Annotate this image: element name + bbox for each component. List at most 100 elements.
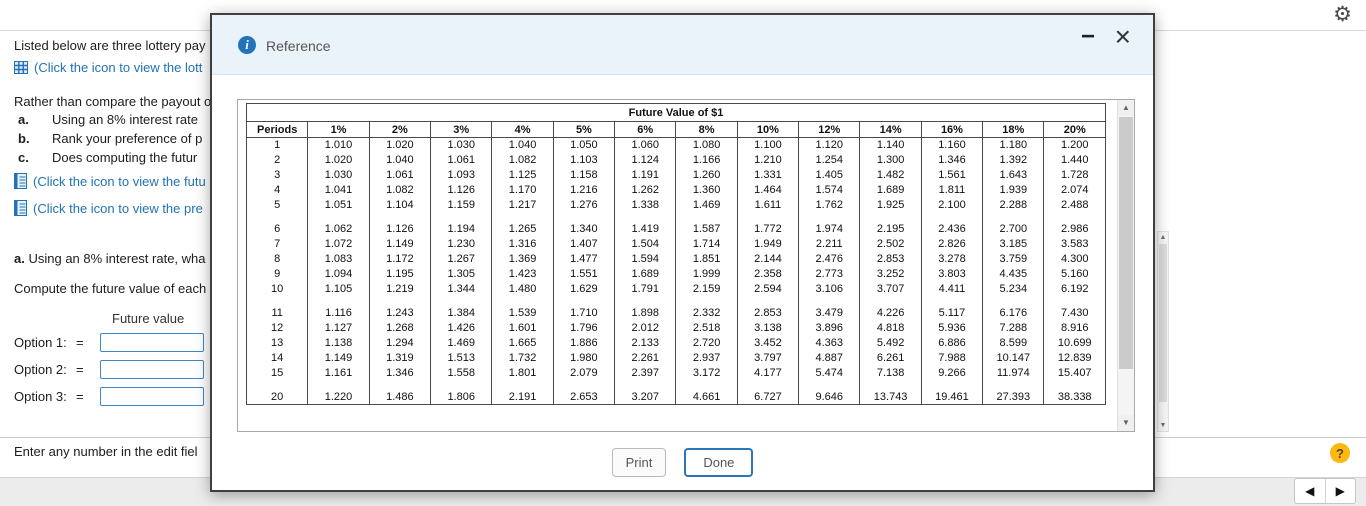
scroll-down-icon[interactable]: ▼ [1118,415,1134,431]
scroll-down-icon[interactable]: ▼ [1158,420,1168,431]
gear-icon[interactable]: ⚙ [1333,2,1352,27]
fv-table-title: Future Value of $1 [246,103,1106,122]
table-cell: 1.801 [491,365,554,381]
table-cell: 6.176 [982,305,1045,321]
table-cell: 5.492 [859,335,922,351]
table-cell: 2.211 [798,236,861,252]
table-cell: 1.195 [368,266,432,282]
table-cell: 1.772 [736,221,800,237]
help-icon[interactable]: ? [1330,443,1350,463]
print-button[interactable]: Print [611,448,667,477]
table-cell: 1.138 [307,335,370,351]
option-2-input[interactable] [100,360,204,379]
table-cell: 1.728 [1043,167,1106,183]
minimize-icon[interactable]: − [1081,25,1095,49]
table-cell: 4.363 [798,335,861,351]
table-cell: 1.469 [675,197,738,213]
prev-question-button[interactable]: ◀ [1295,479,1325,503]
table-cell: 1.020 [307,152,370,168]
table-scrollbar-thumb[interactable] [1119,117,1133,369]
section-a-label: a. [14,251,25,266]
table-cell: 3.278 [920,251,984,267]
app-screen: ⚙ Listed below are three lottery pay (Cl… [0,0,1366,506]
table-cell: 1.061 [430,152,493,168]
table-cell: 2.518 [675,320,738,336]
table-cell: 2.502 [859,236,922,252]
table-cell: 2.195 [859,221,922,237]
table-cell: 1.601 [491,320,554,336]
table-cell: 3.707 [859,281,922,297]
table-cell: 1.791 [614,281,677,297]
close-icon[interactable]: × [1115,23,1131,51]
table-cell: 6 [245,221,309,237]
table-scrollbar[interactable]: ▲ ▼ [1117,100,1134,431]
table-cell: 1.346 [920,152,984,168]
table-cell: 15.407 [1043,365,1106,381]
table-cell: 4.435 [982,266,1045,282]
table-cell: 2.853 [736,305,800,321]
option-2-row: Option 2: = [14,360,204,379]
page-scrollbar-thumb[interactable] [1159,244,1167,402]
fv-column-header: 14% [859,121,922,138]
part-c-label: c. [18,150,29,165]
table-cell: 7 [245,236,309,252]
table-cell: 1.319 [368,350,432,366]
compute-line: Compute the future value of each [14,281,207,296]
table-cell: 3.207 [614,389,677,405]
table-cell: 1.714 [675,236,738,252]
table-row: 7 1.072 1.149 1.230 1.316 1.407 1.504 1.714 1.94… [245,236,1106,252]
present-table-link-text[interactable]: (Click the icon to view the pre [33,201,203,216]
table-cell: 1.265 [491,221,554,237]
table-cell: 1.949 [736,236,800,252]
table-cell: 3.803 [920,266,984,282]
next-question-button[interactable]: ▶ [1326,479,1356,503]
table-cell: 1.126 [368,221,432,237]
table-cell: 2.261 [614,350,677,366]
document-icon[interactable] [14,173,27,189]
table-cell: 14 [245,350,309,366]
scroll-up-icon[interactable]: ▲ [1118,100,1134,116]
dialog-actions: Print Done [212,448,1153,477]
table-cell: 1.080 [675,137,738,153]
table-cell: 19.461 [920,389,984,405]
table-cell: 1.469 [430,335,493,351]
table-cell: 1.974 [798,221,861,237]
table-cell: 2.826 [920,236,984,252]
table-cell: 1.210 [736,152,800,168]
table-cell: 5.160 [1043,266,1106,282]
table-cell: 2.012 [614,320,677,336]
table-cell: 3 [245,167,309,183]
table-group-gap [245,212,1106,222]
document-icon[interactable] [14,200,27,216]
scroll-up-icon[interactable]: ▲ [1158,232,1168,243]
option-1-equals: = [76,335,84,350]
reference-dialog-header[interactable]: i Reference − × [212,15,1153,75]
table-cell: 3.138 [736,320,800,336]
table-cell: 1.161 [307,365,370,381]
table-group-gap [245,380,1106,390]
table-cell: 3.185 [982,236,1045,252]
table-cell: 1.200 [1043,137,1106,153]
future-table-link-text[interactable]: (Click the icon to view the futu [33,174,206,189]
lottery-link-text[interactable]: (Click the icon to view the lott [34,60,202,75]
table-cell: 1.191 [614,167,677,183]
table-cell: 1.061 [368,167,432,183]
table-grid-icon[interactable] [14,61,28,74]
table-cell: 1.094 [307,266,370,282]
table-cell: 1.561 [920,167,984,183]
fv-column-header: 18% [982,121,1045,138]
table-cell: 11.974 [982,365,1045,381]
page-scrollbar[interactable]: ▲ ▼ [1157,231,1169,432]
fv-column-header: 16% [920,121,984,138]
option-1-input[interactable] [100,333,204,352]
part-a-label: a. [18,112,29,127]
table-cell: 1.407 [552,236,616,252]
table-cell: 3.479 [798,305,861,321]
table-cell: 1.999 [675,266,738,282]
done-button[interactable]: Done [684,448,754,477]
part-c-text: Does computing the futur [52,150,198,165]
table-cell: 3.252 [859,266,922,282]
option-3-input[interactable] [100,387,204,406]
table-cell: 1.486 [368,389,432,405]
section-a-text: Using an 8% interest rate, wha [28,251,206,266]
